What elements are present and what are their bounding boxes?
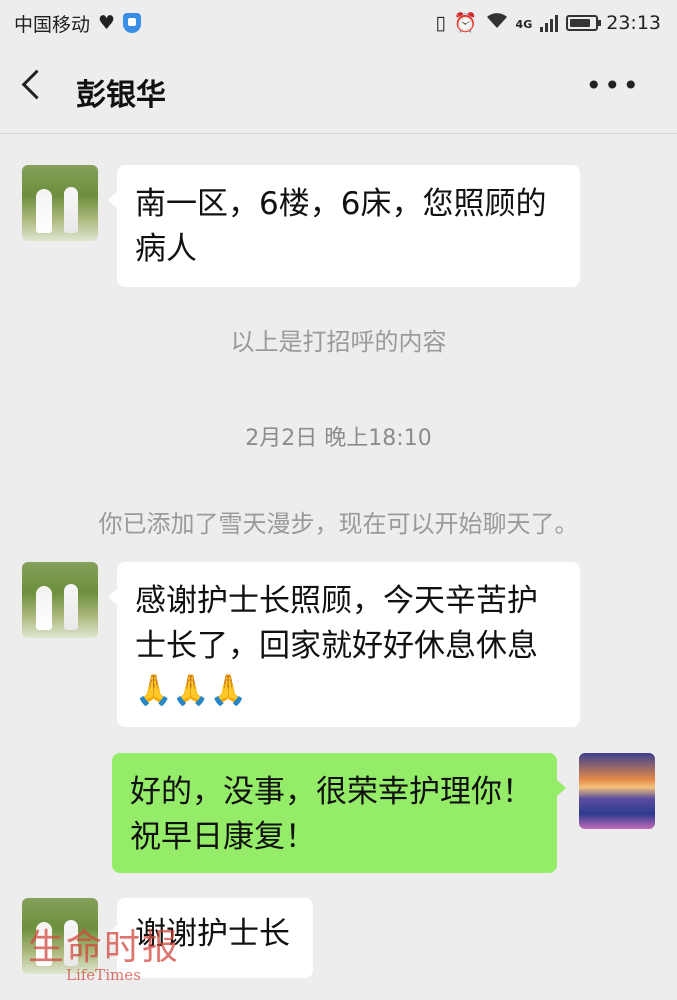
avatar-figure [64, 187, 78, 233]
message-bubble-outgoing[interactable]: 好的，没事，很荣幸护理你！祝早日康复！ [112, 753, 566, 873]
carrier-label: 中国移动 [14, 13, 91, 36]
folded-hands-emoji: 🙏🙏🙏 [135, 673, 248, 708]
message-bubble-incoming[interactable]: 南一区，6楼，6床，您照顾的病人 [108, 165, 580, 287]
system-notice: 以上是打招呼的内容 [230, 328, 447, 356]
vibrate-icon: ▯ [435, 11, 446, 34]
alarm-icon: ⏰ [453, 11, 478, 34]
lifetimes-watermark: 生命时报 LifeTimes [28, 918, 180, 984]
chat-header: 彭银华 ••• [0, 46, 677, 134]
message-text: 感谢护士长照顾，今天辛苦护士长了，回家就好好休息休息 [135, 583, 538, 664]
my-avatar[interactable] [579, 753, 655, 829]
timestamp-label: 2月2日 晚上18:10 [245, 426, 432, 451]
watermark-text: 生命时报 [28, 927, 181, 968]
contact-avatar[interactable] [22, 165, 98, 241]
contact-avatar[interactable] [22, 562, 98, 638]
back-arrow-icon[interactable] [21, 69, 52, 100]
message-bubble-incoming[interactable]: 感谢护士长照顾，今天辛苦护士长了，回家就好好休息休息 🙏🙏🙏 [108, 562, 580, 727]
status-right: ▯ ⏰ 4G 23:13 [435, 12, 661, 34]
avatar-figure [36, 189, 52, 233]
more-options-icon[interactable]: ••• [585, 72, 641, 100]
system-notice: 你已添加了雪天漫步，现在可以开始聊天了。 [98, 510, 579, 538]
avatar-figure [64, 584, 78, 630]
signal-strength-icon [540, 14, 559, 32]
status-left: 中国移动 ♥ [14, 10, 142, 37]
network-type-label: 4G [515, 18, 533, 31]
clock-time: 23:13 [606, 12, 661, 34]
battery-icon [566, 15, 602, 31]
health-heart-icon: ♥ [98, 11, 116, 34]
wifi-icon [486, 12, 508, 34]
avatar-figure [36, 586, 52, 630]
security-shield-icon [123, 13, 142, 33]
message-text: 南一区，6楼，6床，您照顾的病人 [135, 186, 547, 267]
watermark-subtext: LifeTimes [66, 966, 141, 984]
message-text: 好的，没事，很荣幸护理你！祝早日康复！ [130, 774, 533, 855]
status-bar: 中国移动 ♥ ▯ ⏰ 4G 23:13 [0, 0, 677, 46]
contact-name: 彭银华 [76, 78, 166, 113]
